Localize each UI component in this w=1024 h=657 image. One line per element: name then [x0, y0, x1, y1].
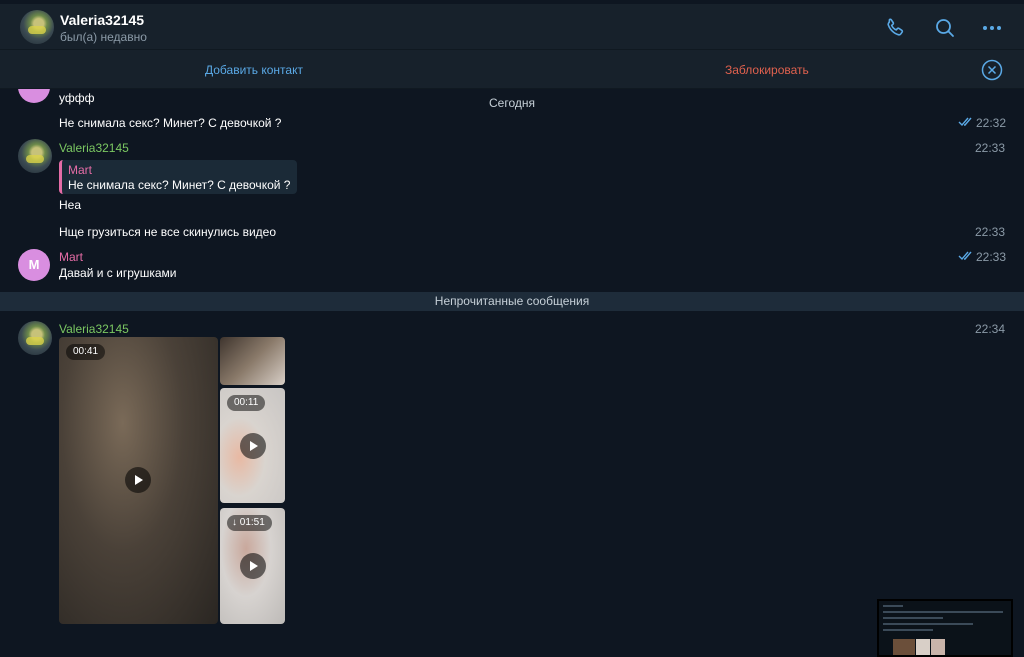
block-button[interactable]: Заблокировать: [725, 63, 809, 77]
message-time: 22:33: [976, 250, 1007, 264]
sender-name[interactable]: Mart: [59, 250, 83, 264]
photo-thumbnail[interactable]: [220, 337, 285, 385]
video-duration-download[interactable]: ↓ 01:51: [227, 515, 272, 531]
search-icon[interactable]: [933, 16, 957, 40]
message-time: 22:33: [975, 141, 1006, 155]
preview-image: [931, 639, 945, 655]
preview-line: [883, 617, 943, 619]
video-duration: 00:41: [66, 344, 106, 360]
date-separator: Сегодня: [489, 96, 535, 110]
double-check-icon: [958, 251, 972, 261]
close-icon[interactable]: [981, 59, 1003, 81]
video-duration: 00:11: [227, 395, 266, 411]
double-check-icon: [958, 117, 972, 127]
sender-avatar[interactable]: [18, 321, 52, 355]
message-text: Неа: [59, 198, 82, 212]
preview-line: [883, 629, 933, 631]
preview-image: [893, 639, 915, 655]
preview-line: [883, 611, 1003, 613]
play-icon[interactable]: [240, 553, 266, 579]
message-time: 22:33: [975, 225, 1006, 239]
play-icon[interactable]: [240, 433, 266, 459]
download-icon: ↓: [232, 517, 240, 528]
add-contact-button[interactable]: Добавить контакт: [205, 63, 303, 77]
sender-name[interactable]: Valeria32145: [59, 322, 129, 336]
video-duration: 01:51: [239, 517, 265, 528]
message-time: 22:34: [975, 322, 1006, 336]
message-text: Не снимала секс? Минет? С девочкой ?: [59, 116, 282, 130]
contact-avatar[interactable]: [20, 10, 54, 44]
contact-status: был(а) недавно: [60, 30, 147, 44]
contact-name[interactable]: Valeria32145: [60, 12, 144, 28]
preview-line: [883, 623, 973, 625]
sender-name[interactable]: Valeria32145: [59, 141, 129, 155]
play-icon[interactable]: [125, 467, 151, 493]
more-icon[interactable]: [980, 16, 1004, 40]
video-thumbnail[interactable]: 00:11: [220, 388, 285, 503]
unread-separator: Непрочитанные сообщения: [0, 292, 1024, 311]
preview-image: [916, 639, 930, 655]
message-time: 22:32: [976, 116, 1007, 130]
message-text: Нще грузиться не все скинулись видео: [59, 225, 277, 239]
reply-quote[interactable]: Mart Не снимала секс? Минет? С девочкой …: [59, 160, 297, 194]
chat-header: Valeria32145 был(а) недавно: [0, 4, 1024, 50]
video-thumbnail[interactable]: 00:41: [59, 337, 218, 624]
contact-action-bar: Добавить контакт Заблокировать: [0, 51, 1024, 89]
message-list[interactable]: уффф Сегодня Не снимала секс? Минет? С д…: [0, 89, 1024, 657]
sender-avatar[interactable]: [18, 139, 52, 173]
phone-icon[interactable]: [883, 16, 907, 40]
reply-sender-name: Mart: [68, 163, 92, 177]
reply-text: Не снимала секс? Минет? С девочкой ?: [68, 178, 291, 192]
video-thumbnail[interactable]: ↓ 01:51: [220, 508, 285, 624]
preview-line: [883, 605, 903, 607]
message-text: Давай и с игрушками: [59, 266, 177, 280]
sender-avatar[interactable]: M: [18, 249, 50, 281]
window-preview-thumbnail[interactable]: [877, 599, 1013, 657]
